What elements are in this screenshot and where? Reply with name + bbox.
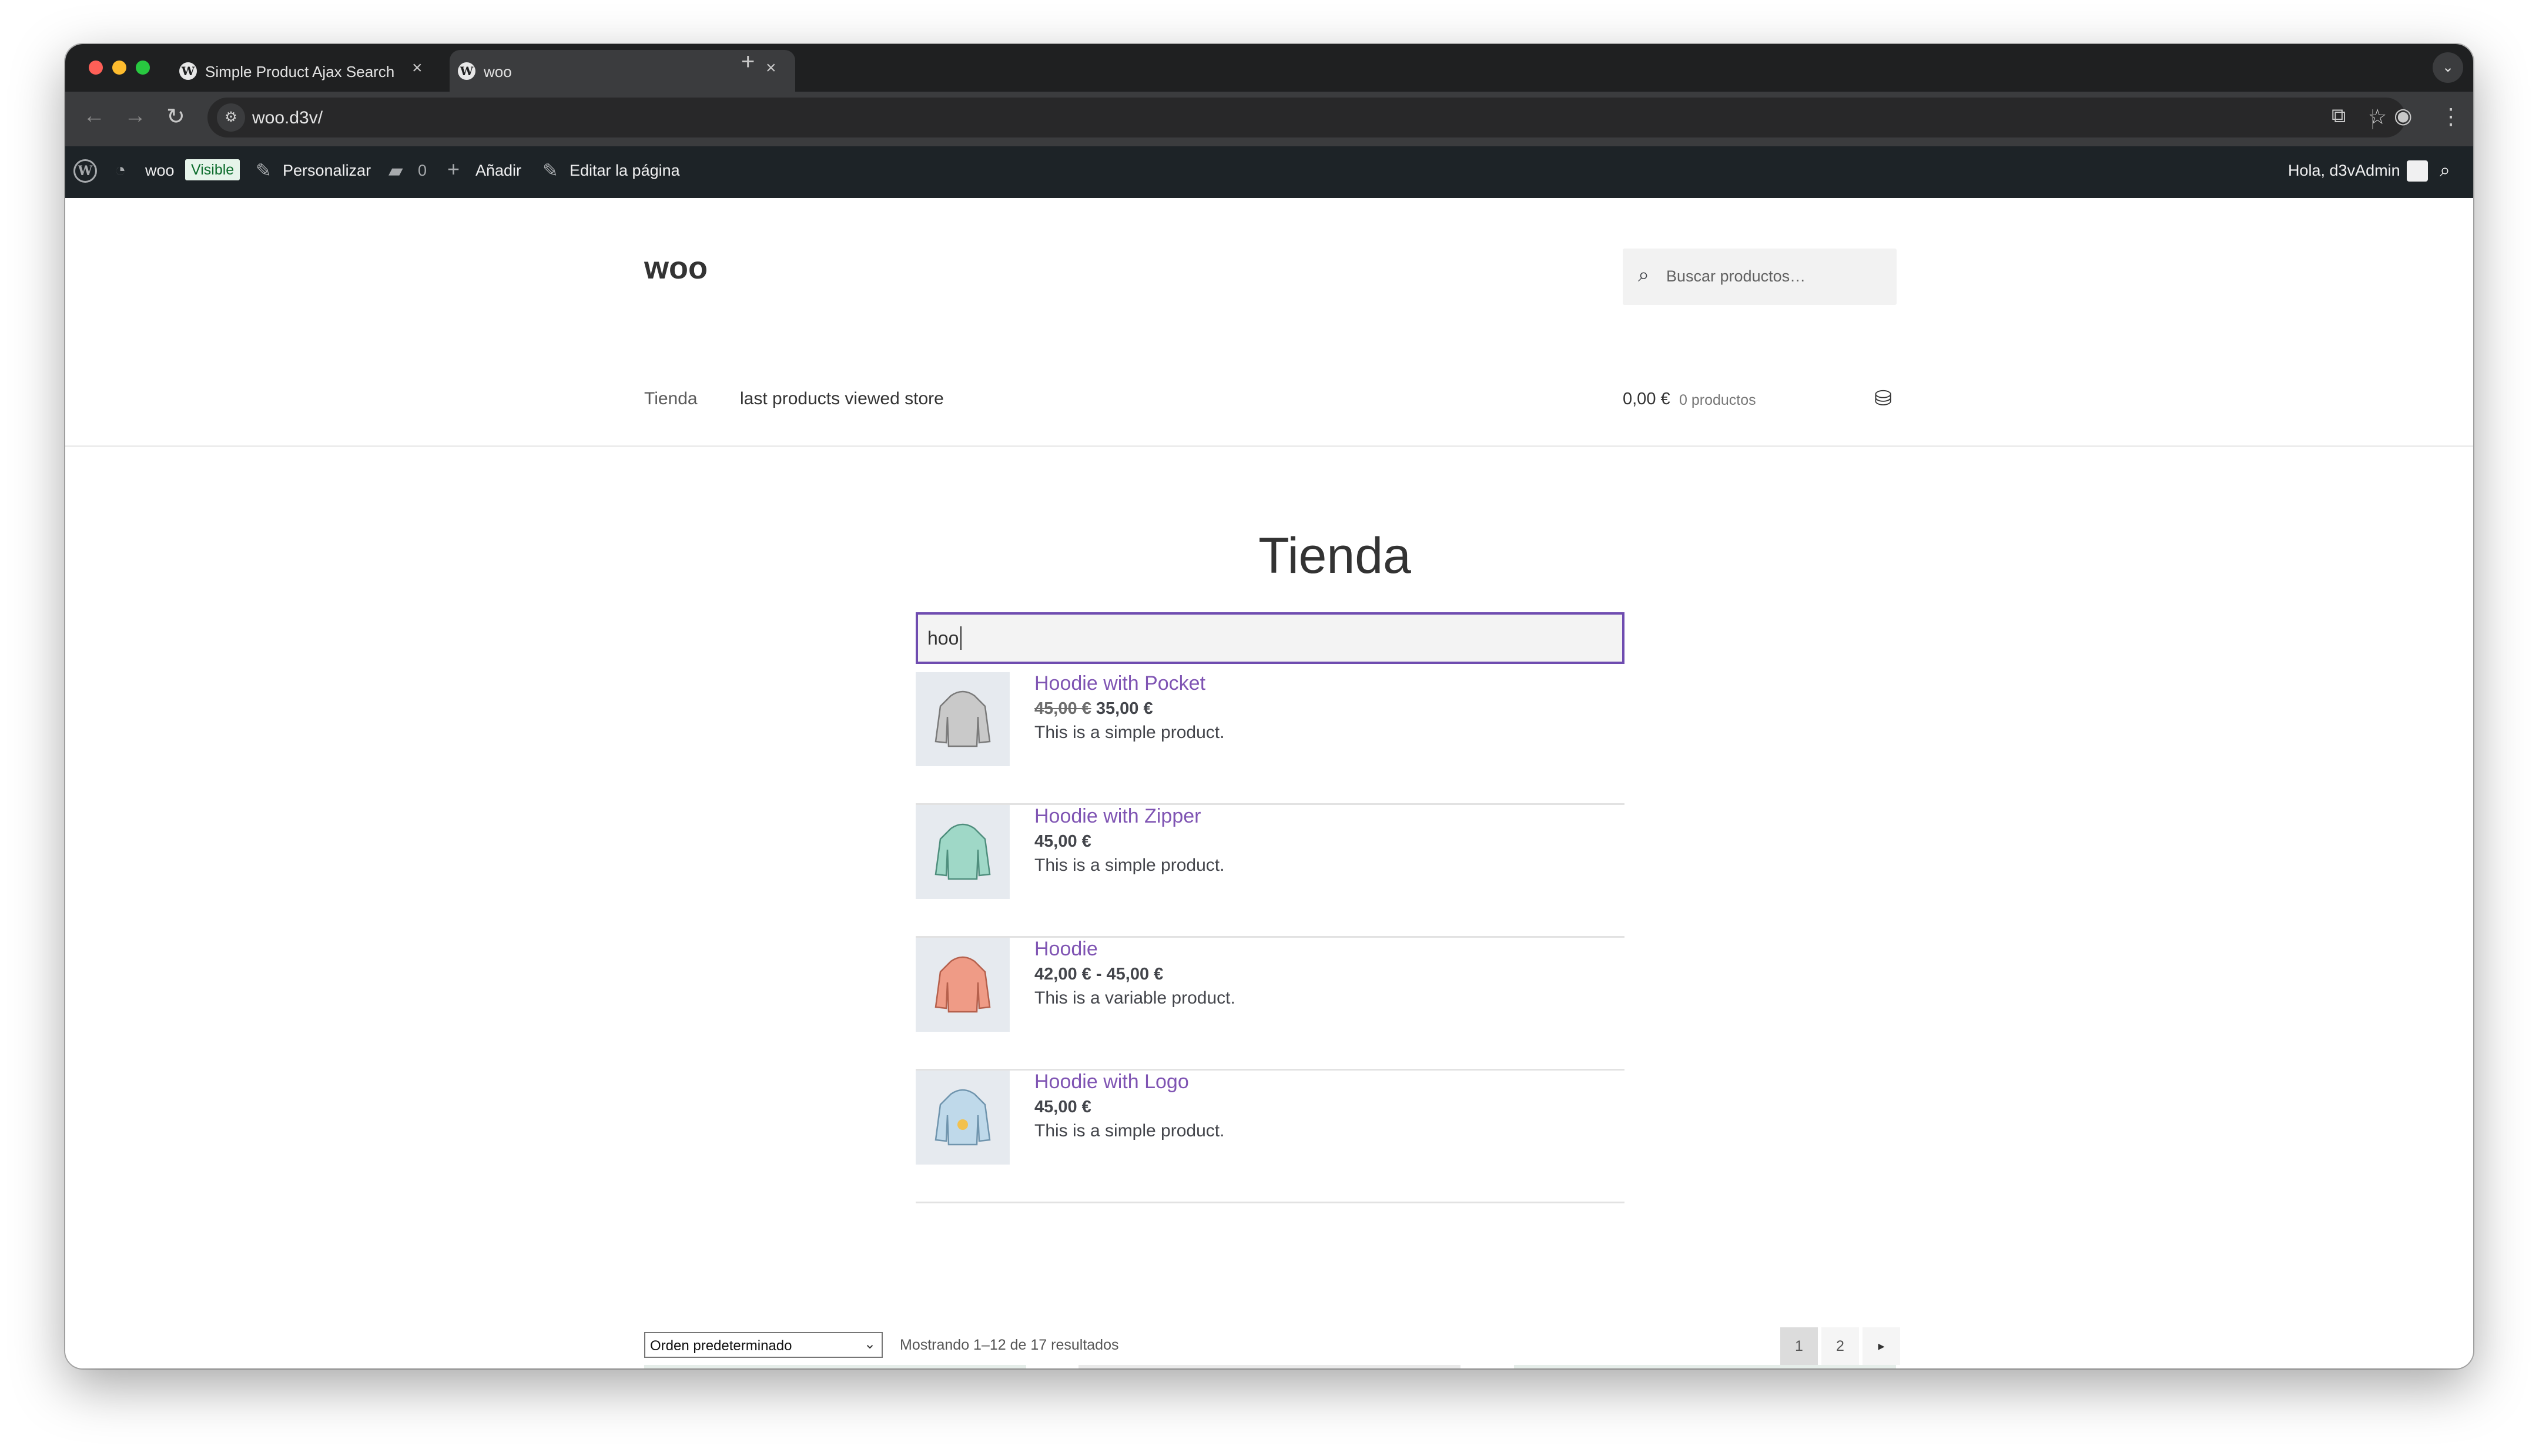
wp-admin-bar: W ◔ woo Visible ✎ Personalizar ▰ 0 + Aña… (65, 146, 2473, 198)
header-search-field[interactable]: ⌕ Buscar productos… (1623, 249, 1897, 305)
profile-icon[interactable]: ◉ (2394, 103, 2412, 128)
product-card-edge (1514, 1365, 1896, 1368)
product-card-edge (644, 1365, 1026, 1368)
browser-window: W Simple Product Ajax Search E × W woo ×… (65, 44, 2473, 1368)
toolbar-divider (2372, 109, 2373, 129)
result-title[interactable]: Hoodie with Zipper (1034, 805, 1201, 828)
tab-simple-product-ajax-search[interactable]: W Simple Product Ajax Search E × (171, 50, 441, 92)
pagination-page-1[interactable]: 1 (1780, 1327, 1818, 1365)
address-bar[interactable]: ⚙ woo.d3v/ ☆ (207, 98, 2406, 137)
result-description: This is a variable product. (1034, 988, 1235, 1008)
result-count: Mostrando 1–12 de 17 resultados (900, 1337, 1119, 1353)
result-title[interactable]: Hoodie with Pocket (1034, 672, 1205, 695)
bookmark-star-icon[interactable]: ☆ (2368, 105, 2387, 129)
maximize-window-button[interactable] (136, 61, 150, 75)
tab-bar: W Simple Product Ajax Search E × W woo ×… (65, 44, 2473, 92)
site-name-link[interactable]: woo (145, 162, 175, 180)
text-cursor (960, 626, 962, 650)
browser-menu-icon[interactable]: ⋮ (2440, 103, 2462, 130)
header-divider (65, 445, 2473, 447)
search-placeholder: Buscar productos… (1666, 267, 1806, 285)
visibility-badge: Visible (185, 159, 240, 180)
result-description: This is a simple product. (1034, 723, 1225, 742)
pagination-next-icon[interactable]: ▸ (1863, 1327, 1900, 1365)
wordpress-logo-icon[interactable]: W (73, 159, 97, 183)
forward-icon[interactable]: → (124, 103, 146, 129)
product-thumbnail[interactable] (916, 938, 1010, 1032)
hoodie-shape (934, 690, 991, 747)
comments-count[interactable]: 0 (418, 162, 427, 180)
user-greeting[interactable]: Hola, d3vAdmin (2288, 162, 2400, 180)
close-window-button[interactable] (89, 61, 103, 75)
result-description: This is a simple product. (1034, 1121, 1225, 1140)
product-thumbnail[interactable] (916, 1071, 1010, 1165)
sale-price: 35,00 € (1096, 699, 1153, 718)
plus-icon: + (447, 157, 460, 181)
search-result-item[interactable]: Hoodie with Zipper 45,00 € This is a sim… (916, 805, 1624, 938)
wordpress-icon: W (458, 62, 475, 80)
hoodie-icon (934, 1089, 991, 1146)
result-price: 42,00 € - 45,00 € (1034, 965, 1164, 984)
shopping-basket-icon[interactable]: ⛁ (1874, 386, 1892, 411)
avatar[interactable] (2407, 160, 2428, 182)
product-thumbnail[interactable] (916, 805, 1010, 899)
site-title[interactable]: woo (644, 250, 708, 286)
add-new-link[interactable]: Añadir (475, 162, 521, 180)
search-result-item[interactable]: Hoodie 42,00 € - 45,00 € This is a varia… (916, 938, 1624, 1071)
tab-search-button[interactable]: ⌄ (2433, 52, 2463, 83)
logo-mark (957, 1119, 968, 1130)
edit-page-link[interactable]: Editar la página (570, 162, 680, 180)
cart-amount[interactable]: 0,00 € (1623, 390, 1670, 409)
product-thumbnail[interactable] (916, 672, 1010, 766)
search-icon: ⌕ (1638, 264, 1650, 286)
wordpress-icon: W (179, 62, 197, 80)
result-price: 45,00 € (1034, 1098, 1091, 1116)
chevron-down-icon: ⌄ (864, 1336, 876, 1352)
new-tab-button[interactable]: + (741, 49, 755, 75)
dashboard-icon[interactable]: ◔ (115, 159, 126, 181)
nav-item-tienda[interactable]: Tienda (644, 389, 698, 409)
minimize-window-button[interactable] (112, 61, 126, 75)
result-title[interactable]: Hoodie (1034, 938, 1098, 961)
pencil-icon: ✎ (542, 160, 558, 181)
page-title: Tienda (1258, 528, 1411, 584)
product-card-edge (1078, 1365, 1461, 1368)
site-info-icon[interactable]: ⚙ (217, 103, 245, 132)
customize-link[interactable]: Personalizar (283, 162, 371, 180)
sort-selected-value: Orden predeterminado (650, 1338, 792, 1354)
result-price: 45,00 € 35,00 € (1034, 699, 1153, 719)
hoodie-icon (934, 956, 991, 1013)
search-result-item[interactable]: Hoodie with Logo 45,00 € This is a simpl… (916, 1071, 1624, 1203)
product-search-input[interactable]: hoo (916, 612, 1624, 664)
search-icon[interactable]: ⌕ (2440, 159, 2450, 182)
brush-icon: ✎ (256, 160, 272, 181)
hoodie-shape (934, 956, 991, 1013)
result-divider (916, 1202, 1624, 1203)
hoodie-icon (934, 690, 991, 747)
tab-title: woo (484, 63, 512, 80)
reload-icon[interactable]: ↻ (166, 103, 185, 130)
page-content: woo ⌕ Buscar productos… Tienda last prod… (65, 198, 2473, 1368)
result-price: 45,00 € (1034, 832, 1091, 851)
hoodie-shape (934, 823, 991, 880)
browser-toolbar: ← → ↻ ⚙ woo.d3v/ ☆ ⧉ ◉ ⋮ (65, 92, 2473, 146)
close-tab-icon[interactable]: × (766, 58, 776, 78)
back-icon[interactable]: ← (83, 103, 105, 129)
url-text: woo.d3v/ (252, 108, 323, 128)
old-price: 45,00 € (1034, 699, 1091, 718)
result-description: This is a simple product. (1034, 856, 1225, 875)
tab-title: Simple Product Ajax Search E (205, 63, 399, 80)
pagination-page-2[interactable]: 2 (1821, 1327, 1859, 1365)
search-result-item[interactable]: Hoodie with Pocket 45,00 € 35,00 € This … (916, 672, 1624, 805)
close-tab-icon[interactable]: × (412, 58, 423, 78)
result-title[interactable]: Hoodie with Logo (1034, 1071, 1189, 1093)
hoodie-icon (934, 823, 991, 880)
sort-select[interactable]: Orden predeterminado ⌄ (644, 1332, 883, 1358)
search-input-value: hoo (927, 628, 959, 649)
comment-icon: ▰ (388, 160, 403, 181)
cart-count[interactable]: 0 productos (1679, 392, 1756, 409)
extensions-icon[interactable]: ⧉ (2332, 105, 2346, 128)
nav-item-last-products[interactable]: last products viewed store (740, 389, 944, 409)
hoodie-shape (934, 1089, 991, 1146)
